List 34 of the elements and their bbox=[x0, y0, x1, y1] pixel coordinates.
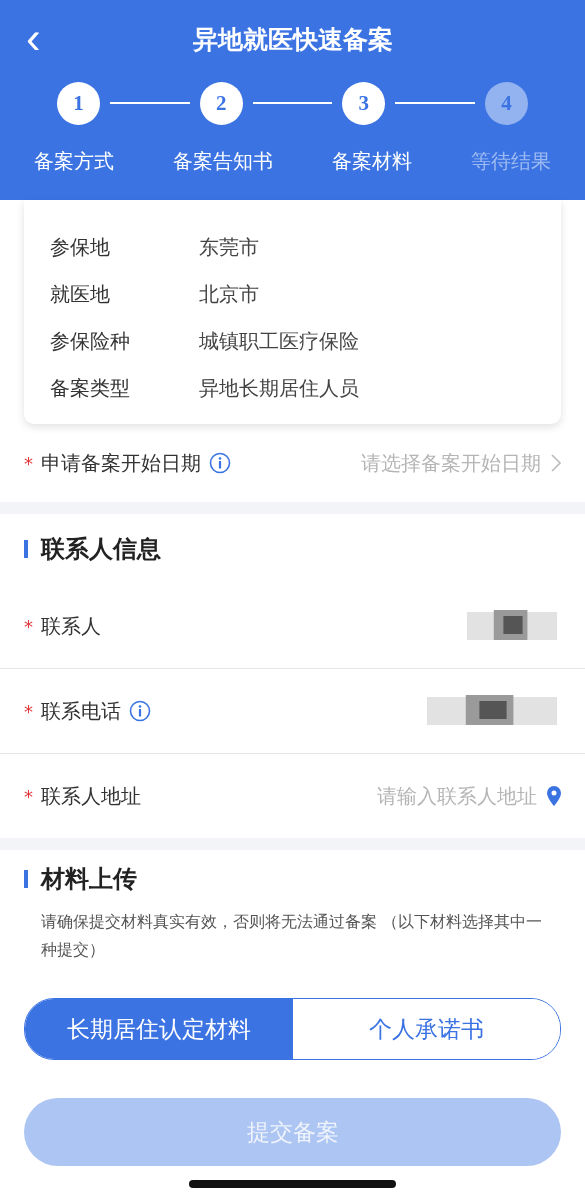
field-label: 联系人 bbox=[41, 612, 101, 640]
info-icon[interactable] bbox=[129, 700, 151, 722]
step-number: 3 bbox=[342, 81, 386, 125]
chevron-right-icon bbox=[551, 454, 561, 472]
info-label: 就医地 bbox=[50, 281, 111, 308]
materials-note: 请确保提交材料真实有效，否则将无法通过备案 （以下材料选择其中一种提交） bbox=[40, 911, 544, 961]
info-label: 备案类型 bbox=[50, 375, 131, 402]
required-asterisk: * bbox=[24, 452, 33, 474]
field-label: 联系电话 bbox=[41, 697, 121, 725]
location-pin-icon bbox=[547, 786, 561, 806]
field-label: 申请备案开始日期 bbox=[41, 449, 201, 477]
info-icon[interactable] bbox=[209, 452, 231, 474]
material-option[interactable]: 长期居住认定材料 bbox=[25, 999, 293, 1059]
field-label: 联系人地址 bbox=[41, 782, 141, 810]
step-number: 4 bbox=[485, 81, 528, 125]
step-number: 2 bbox=[199, 81, 243, 125]
step-label: 备案告知书 bbox=[173, 148, 273, 175]
required-asterisk: * bbox=[24, 785, 33, 807]
required-asterisk: * bbox=[24, 615, 33, 637]
section-title: 材料上传 bbox=[41, 864, 137, 895]
info-label: 参保险种 bbox=[50, 328, 131, 355]
step-label: 备案方式 bbox=[34, 148, 114, 175]
step-label: 备案材料 bbox=[332, 148, 412, 175]
back-button[interactable]: ‹ bbox=[20, 18, 47, 58]
info-value: 异地长期居住人员 bbox=[199, 375, 359, 402]
info-value: 城镇职工医疗保险 bbox=[199, 328, 359, 355]
info-value: 北京市 bbox=[199, 281, 259, 308]
info-label: 参保地 bbox=[50, 234, 111, 261]
step-label: 等待结果 bbox=[471, 148, 551, 175]
info-value: 东莞市 bbox=[199, 234, 259, 261]
section-title: 联系人信息 bbox=[41, 534, 161, 565]
step-number: 1 bbox=[57, 81, 100, 125]
page-title: 异地就医快速备案 bbox=[192, 23, 393, 56]
required-asterisk: * bbox=[24, 700, 33, 722]
